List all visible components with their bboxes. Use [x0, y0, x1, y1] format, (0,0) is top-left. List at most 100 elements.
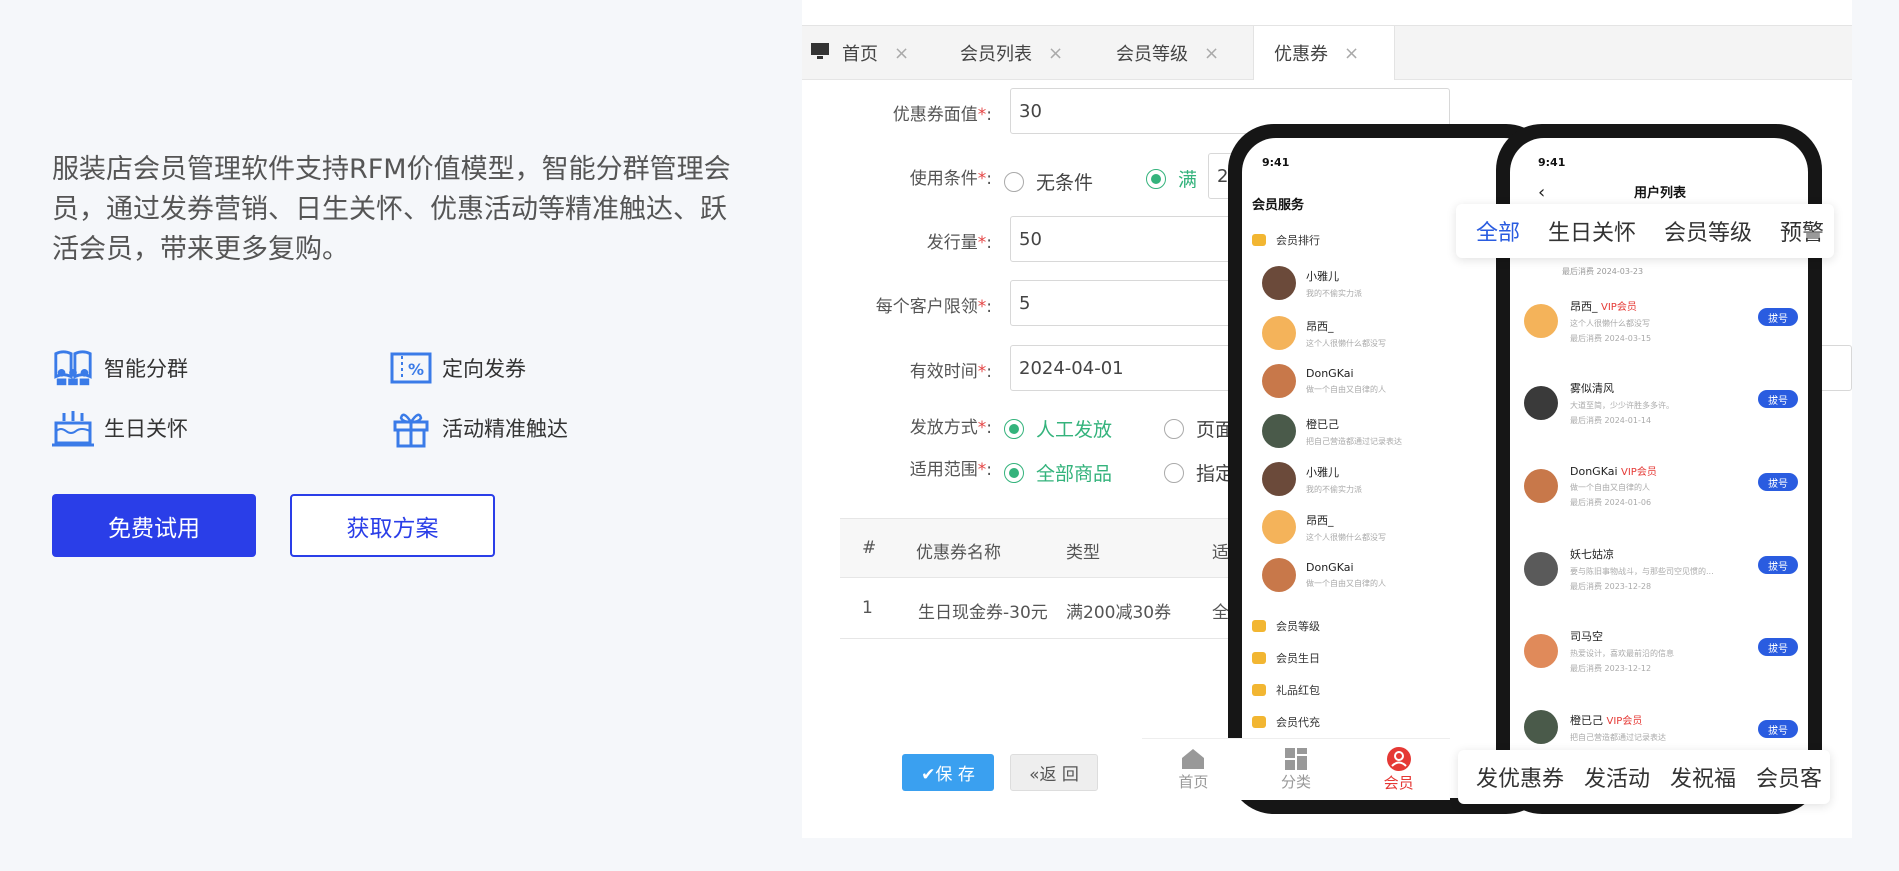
condition-threshold-radio[interactable]: 满: [1146, 165, 1197, 192]
menu-gift[interactable]: 礼品红包: [1252, 682, 1320, 698]
list-item[interactable]: 小雅儿 我的不偷实力派: [1262, 266, 1362, 300]
condition-none-radio[interactable]: 无条件: [1004, 168, 1093, 195]
call-button[interactable]: 拔号: [1758, 308, 1798, 326]
tab-member-level[interactable]: 会员等级 ×: [1116, 26, 1236, 80]
column-header: 优惠券名称: [916, 543, 1001, 563]
issue-count-label: 发行量*:: [926, 233, 992, 253]
list-item[interactable]: 橙已己 把自己营造都通过记录表达: [1262, 414, 1402, 448]
list-item[interactable]: 昂西_ 这个人很懒什么都没写: [1262, 510, 1386, 544]
menu-rank[interactable]: 会员排行: [1252, 232, 1320, 248]
admin-tabbar: 首页 × 会员列表 × 会员等级 × 优惠券 ×: [802, 26, 1852, 80]
call-button[interactable]: 拔号: [1758, 556, 1798, 574]
menu-birthday[interactable]: 会员生日: [1252, 650, 1320, 666]
table-cell: 1: [862, 598, 873, 618]
save-button[interactable]: ✔保 存: [902, 754, 994, 791]
feature-smart-group: 智能分群: [52, 348, 188, 388]
call-button[interactable]: 拔号: [1758, 473, 1798, 491]
close-icon[interactable]: ×: [894, 43, 909, 64]
filter-tab-warning[interactable]: 预警: [1780, 215, 1824, 247]
category-icon: [1285, 748, 1307, 770]
method-page-radio[interactable]: 页面: [1164, 415, 1234, 442]
avatar: [1524, 552, 1558, 586]
filter-tab-level[interactable]: 会员等级: [1664, 215, 1752, 247]
cake-icon: [52, 408, 94, 448]
avatar: [1262, 414, 1296, 448]
method-manual-radio[interactable]: 人工发放: [1004, 415, 1112, 442]
filter-tab-all[interactable]: 全部: [1476, 215, 1520, 247]
back-button[interactable]: «返 回: [1010, 754, 1098, 791]
member-icon: [1386, 747, 1411, 771]
gift-icon: [1252, 684, 1266, 696]
gift-icon: [390, 408, 432, 448]
action-member-service[interactable]: 会员客: [1756, 761, 1822, 793]
level-icon: [1252, 620, 1266, 632]
back-chevron-icon[interactable]: ‹: [1538, 182, 1545, 203]
feature-label: 生日关怀: [104, 417, 188, 441]
call-button[interactable]: 拔号: [1758, 720, 1798, 738]
list-item[interactable]: DonGKai 做一个自由又自律的人: [1262, 364, 1386, 398]
nav-home[interactable]: 首页: [1142, 739, 1245, 800]
page-title: 用户列表: [1634, 186, 1687, 201]
call-button[interactable]: 拔号: [1758, 390, 1798, 408]
limit-label: 每个客户限领*:: [875, 297, 992, 317]
trophy-icon: [1252, 234, 1266, 246]
tab-home[interactable]: 首页 ×: [810, 26, 930, 80]
feature-coupon: % 定向发券: [390, 348, 526, 388]
scope-label: 适用范围*:: [909, 460, 992, 480]
table-cell: 满200减30券: [1066, 603, 1172, 623]
action-send-greeting[interactable]: 发祝福: [1670, 761, 1736, 793]
call-button[interactable]: 拔号: [1758, 638, 1798, 656]
method-label: 发放方式*:: [909, 418, 992, 438]
nav-category[interactable]: 分类: [1245, 739, 1348, 800]
feature-gift: 活动精准触达: [390, 408, 568, 448]
group-icon: [52, 348, 94, 388]
status-time: 9:41: [1538, 156, 1566, 169]
free-trial-button[interactable]: 免费试用: [52, 494, 256, 557]
filter-tab-birthday[interactable]: 生日关怀: [1548, 215, 1636, 247]
feature-label: 定向发券: [442, 357, 526, 381]
close-icon[interactable]: ×: [1204, 43, 1219, 64]
close-icon[interactable]: ×: [1048, 43, 1063, 64]
avatar: [1262, 364, 1296, 398]
avatar: [1524, 468, 1558, 503]
avatar: [1262, 266, 1296, 300]
avatar: [1262, 558, 1296, 592]
avatar: [1524, 304, 1558, 338]
scope-all-radio[interactable]: 全部商品: [1004, 459, 1112, 486]
valid-label: 有效时间*:: [909, 362, 992, 382]
list-item[interactable]: 小雅儿 我的不偷实力派: [1262, 462, 1362, 496]
bottom-nav: 首页 分类 会员: [1142, 738, 1450, 800]
scope-specified-radio[interactable]: 指定: [1164, 459, 1234, 486]
feature-label: 智能分群: [104, 357, 188, 381]
action-send-coupon[interactable]: 发优惠券: [1476, 761, 1564, 793]
home-icon: [1182, 749, 1205, 769]
coupon-icon: %: [390, 348, 432, 388]
avatar: [1262, 316, 1296, 350]
avatar: [1524, 386, 1558, 420]
nav-member[interactable]: 会员: [1347, 739, 1450, 800]
birthday-icon: [1252, 652, 1266, 664]
avatar: [1524, 710, 1558, 744]
last-purchase-date: 最后消费 2024-03-23: [1562, 267, 1644, 276]
action-bar: 发优惠券 发活动 发祝福 会员客: [1458, 750, 1830, 804]
tab-label: 会员等级: [1116, 44, 1188, 65]
get-plan-button[interactable]: 获取方案: [290, 494, 495, 557]
tab-coupon[interactable]: 优惠券 ×: [1253, 26, 1395, 80]
recharge-icon: [1252, 716, 1266, 728]
menu-level[interactable]: 会员等级: [1252, 618, 1320, 634]
table-cell: 生日现金券-30元: [918, 603, 1048, 623]
action-send-event[interactable]: 发活动: [1584, 761, 1650, 793]
list-item[interactable]: DonGKai 做一个自由又自律的人: [1262, 558, 1386, 592]
close-icon[interactable]: ×: [1344, 43, 1359, 64]
tab-label: 首页: [842, 44, 878, 65]
avatar: [1524, 634, 1558, 668]
tab-label: 会员列表: [960, 44, 1032, 65]
column-header: 类型: [1066, 543, 1100, 563]
menu-recharge[interactable]: 会员代充: [1252, 714, 1320, 730]
list-item[interactable]: 昂西_ 这个人很懒什么都没写: [1262, 316, 1386, 350]
monitor-icon: [810, 42, 830, 65]
status-time: 9:41: [1262, 156, 1290, 169]
avatar: [1262, 462, 1296, 496]
feature-label: 活动精准触达: [442, 417, 568, 441]
tab-member-list[interactable]: 会员列表 ×: [960, 26, 1080, 80]
